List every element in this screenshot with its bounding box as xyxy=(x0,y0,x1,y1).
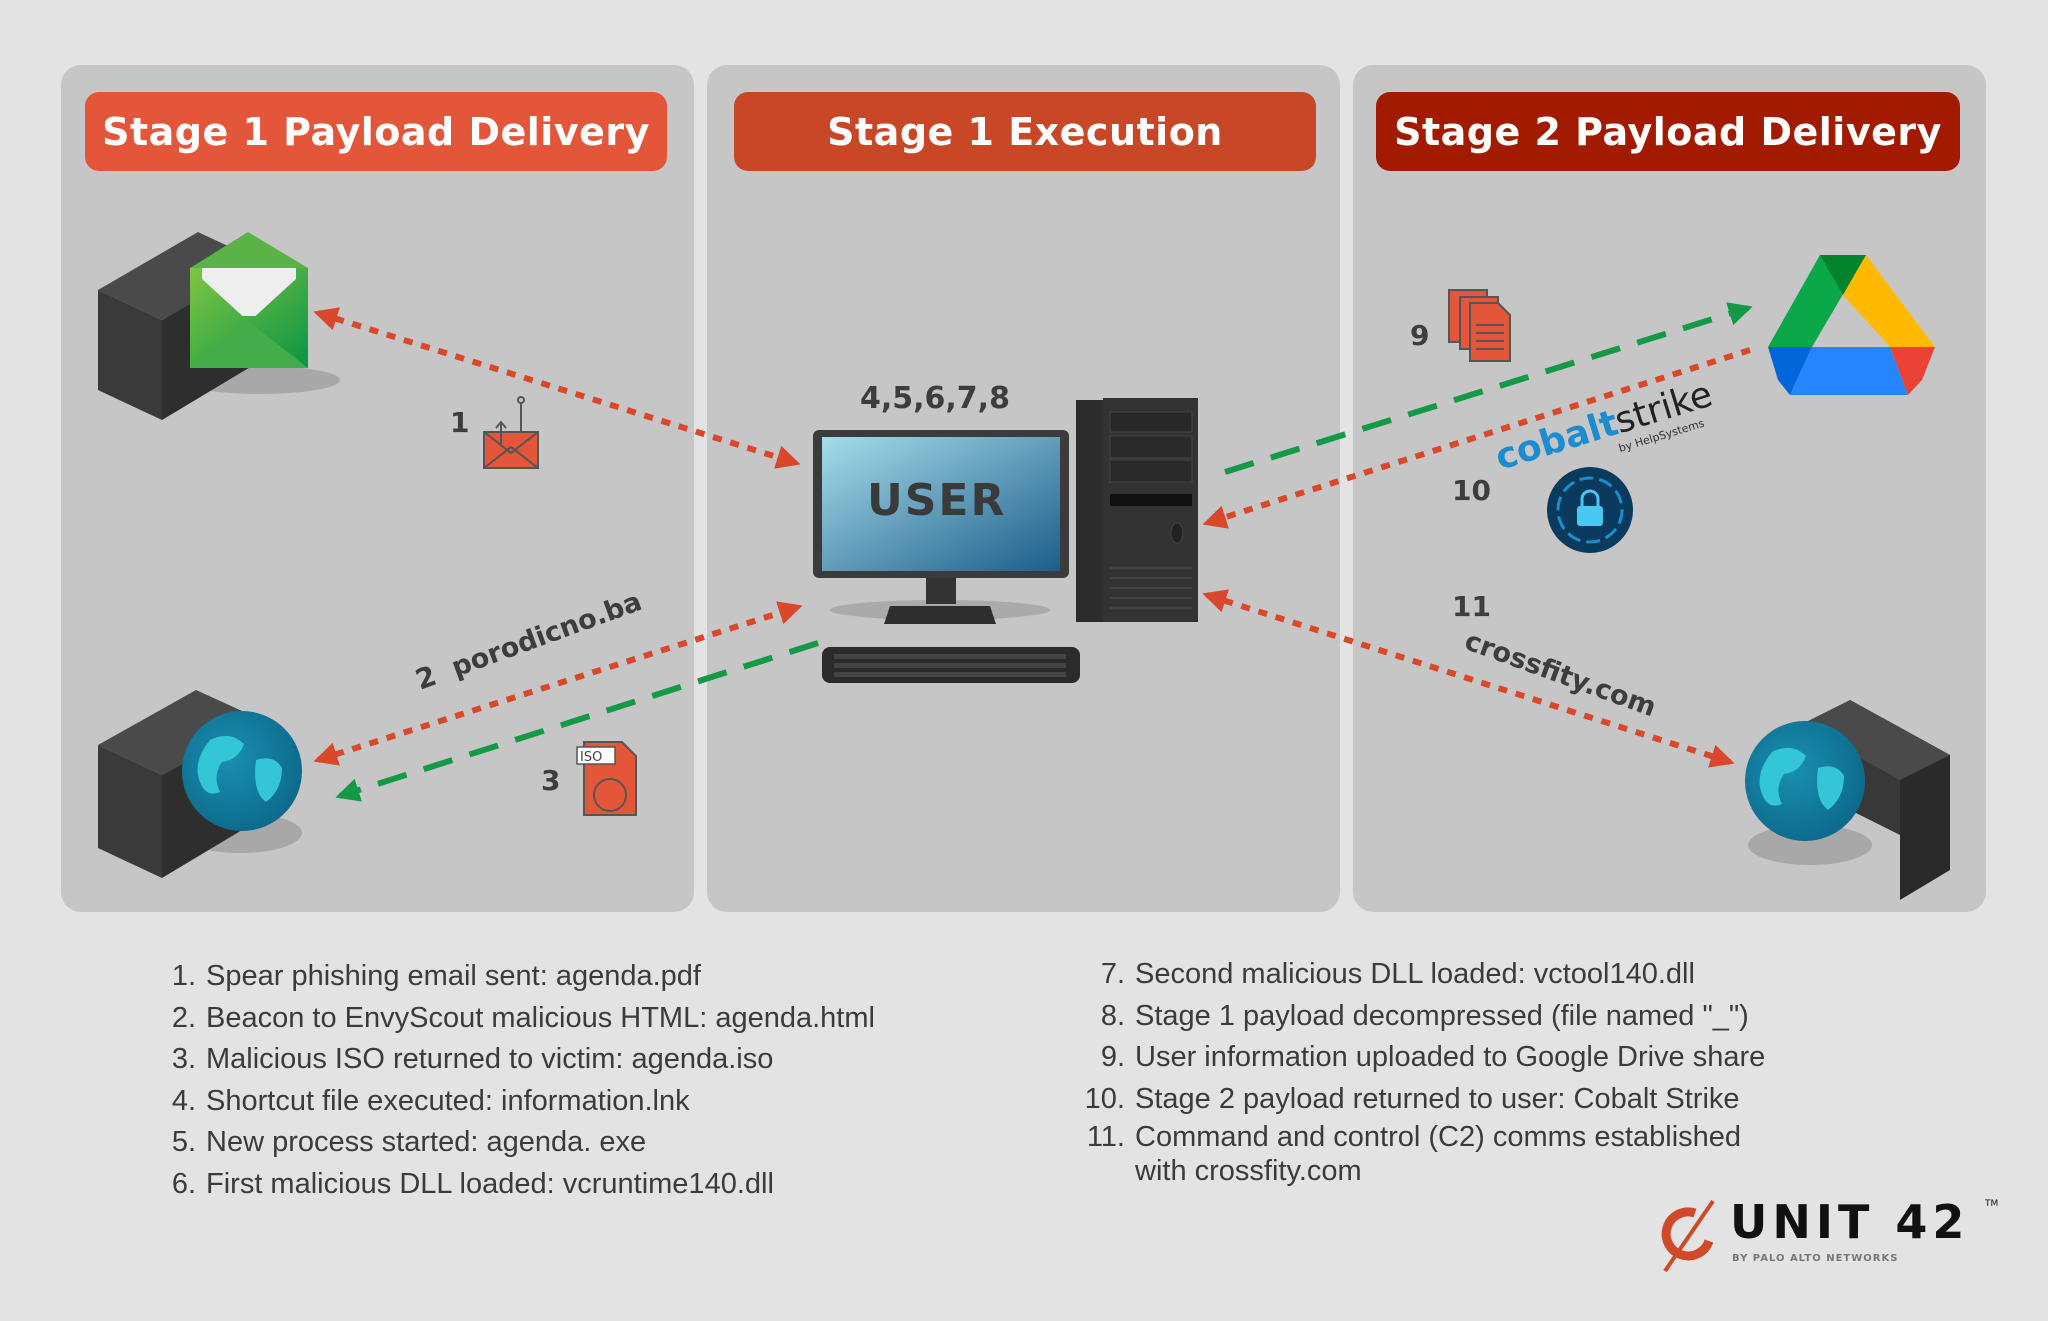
step11-domain: crossfity.com xyxy=(1461,625,1660,723)
arrow-step1-email xyxy=(313,307,801,469)
step3-number: 3 xyxy=(541,764,560,797)
legend-item: 1. Spear phishing email sent: agenda.pdf xyxy=(171,960,701,992)
legend-item: 6. First malicious DLL loaded: vcruntime1… xyxy=(171,1167,774,1200)
step9-number: 9 xyxy=(1410,319,1429,352)
step2-domain: porodicno.ba xyxy=(447,586,645,684)
legend-item: 2. Beacon to EnvyScout malicious HTML: ag… xyxy=(171,1001,875,1034)
unit42-byline: BY PALO ALTO NETWORKS xyxy=(1732,1253,1899,1264)
phishing-email-icon xyxy=(483,396,539,469)
iso-file-label: ISO xyxy=(580,750,602,765)
c2-server-globe-icon xyxy=(1745,700,1950,900)
steps-4-8-label: 4,5,6,7,8 xyxy=(860,381,1010,416)
lock-shield-icon xyxy=(1547,467,1633,553)
user-computer-icon xyxy=(813,398,1198,683)
legend-item: 5. New process started: agenda. exe xyxy=(171,1126,647,1158)
step11-number: 11 xyxy=(1452,590,1491,623)
legend-item: 11. Command and control (C2) comms establ… xyxy=(1086,1121,1742,1153)
legend-item: 10. Stage 2 payload returned to user: Cob… xyxy=(1084,1082,1740,1115)
unit42-mark-icon xyxy=(1661,1199,1715,1273)
step2-number: 2 xyxy=(411,659,441,697)
iso-file-icon: ISO xyxy=(576,741,637,816)
legend-item: 7. Second malicious DLL loaded: vctool140… xyxy=(1100,958,1695,990)
legend-item: with crossfity.com xyxy=(1135,1155,1362,1187)
documents-icon xyxy=(1448,289,1511,362)
step1-number: 1 xyxy=(450,406,469,439)
user-screen-label: USER xyxy=(867,475,1006,526)
google-drive-icon xyxy=(1768,255,1935,395)
legend-item: 8. Stage 1 payload decompressed (file nam… xyxy=(1100,999,1749,1032)
legend-item: 4. Shortcut file executed: information.ln… xyxy=(171,1084,690,1117)
legend-item: 9. User information uploaded to Google Dr… xyxy=(1100,1041,1766,1073)
trademark: TM xyxy=(1985,1199,1999,1209)
unit42-logo: UNIT 42 TM BY PALO ALTO NETWORKS xyxy=(1655,1195,1999,1275)
legend-steps-7-11: 7. Second malicious DLL loaded: vctool140… xyxy=(1075,954,1766,1188)
unit42-wordmark: UNIT 42 xyxy=(1730,1195,1970,1249)
mail-server-icon xyxy=(98,232,340,420)
web-server-globe-icon xyxy=(98,690,302,878)
legend-steps-1-6: 1. Spear phishing email sent: agenda.pdf … xyxy=(160,956,875,1205)
legend-item: 3. Malicious ISO returned to victim: agen… xyxy=(171,1043,774,1075)
step10-number: 10 xyxy=(1452,474,1491,507)
